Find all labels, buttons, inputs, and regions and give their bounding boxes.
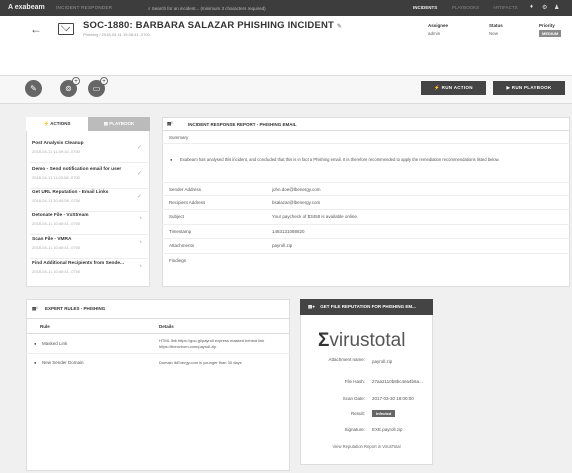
action-item[interactable]: Post Analysis Cleanup 2018-04-11 11:39:1… (30, 137, 148, 163)
comment-icon: ▭ (92, 84, 101, 93)
check-icon: ✓ (136, 171, 142, 177)
status-field[interactable]: Status New (489, 23, 503, 36)
action-item[interactable]: Find Additional Recipients from Sende...… (30, 257, 148, 283)
global-search-input[interactable]: ⌕ Search for an incident... (minimum 3 c… (148, 4, 378, 13)
status-label: Status (489, 23, 503, 28)
virustotal-report-link[interactable]: View Reputation Report in VirusTotal (300, 444, 433, 449)
run-playbook-button[interactable]: ▶ RUN PLAYBOOK (493, 81, 565, 95)
col-details: Details (159, 324, 174, 329)
incident-subtitle: Phishing / 2018-04-11 19:48:41 -0700 (83, 32, 150, 37)
bullet-icon: ● (34, 360, 37, 365)
summary-row: Summary (162, 130, 570, 144)
pending-icon: ◔ (138, 240, 142, 246)
report-row: Sender Address john.doe@lbenergy.com (162, 182, 570, 196)
report-row: Attachments payroll.zip (162, 239, 570, 254)
assignee-label: Assignee (428, 23, 449, 28)
add-note-button[interactable]: ▭ + (88, 77, 108, 97)
report-row: Subject Your paycheck of $3458 is availab… (162, 210, 570, 225)
nav-artifacts[interactable]: ARTIFACTS (493, 5, 518, 10)
expert-rules-panel (26, 299, 290, 471)
pencil-icon: ✎ (30, 84, 37, 93)
pending-icon: ◔ (138, 216, 142, 222)
priority-label: Priority (539, 23, 555, 28)
check-icon: ✓ (136, 194, 142, 200)
action-item[interactable]: Detonate File - VxStream 2018-04-11 10:4… (30, 209, 148, 235)
report-icon: ▤● (308, 304, 317, 309)
user-icon[interactable]: ♟ (554, 4, 559, 11)
expert-rules-header: ▤¹ EXPERT RULES - PHISHING (32, 306, 106, 311)
bell-icon[interactable]: ♦ (530, 4, 533, 10)
nav-playbooks[interactable]: PLAYBOOKS (452, 5, 479, 10)
incident-title: SOC-1880: BARBARA SALAZAR PHISHING INCID… (83, 20, 343, 31)
report-title: INCIDENT RESPONSE REPORT - PHISHING EMAI… (188, 122, 297, 127)
report-row: Timestamp 1483131088820 (162, 225, 570, 239)
email-icon (58, 23, 74, 35)
plus-icon: + (100, 77, 108, 85)
assignee-value: admin (428, 31, 441, 36)
status-value: New (489, 31, 499, 36)
table-row: ● Masked Link HTML link https://goo.gl/p… (26, 334, 290, 354)
assignee-field[interactable]: Assignee admin (428, 23, 448, 36)
bullet-icon: ● (34, 341, 37, 346)
add-attachment-button[interactable]: ⊚ + (60, 77, 80, 97)
gear-icon[interactable]: ⚙ (542, 4, 547, 11)
rules-icon: ▤¹ (32, 306, 40, 311)
report-header: ▤¹ INCIDENT RESPONSE REPORT - PHISHING E… (162, 118, 570, 130)
actions-tabs: ⚡ ACTIONS ▤ PLAYBOOK (26, 117, 150, 131)
report-row: Findings (169, 258, 187, 263)
tab-actions[interactable]: ⚡ ACTIONS (26, 117, 88, 131)
summary-text: Exabeam has analysed this incident, and … (170, 157, 562, 163)
action-item[interactable]: Scan File - VMRA 2018-04-11 10:40:41 -07… (30, 233, 148, 259)
run-action-button[interactable]: ⚡ RUN ACTION (421, 81, 486, 95)
check-icon: ✓ (136, 145, 142, 151)
back-arrow-icon[interactable]: ← (30, 22, 42, 36)
col-rule: Rule (40, 324, 50, 329)
report-row: Recipient Address bsalazar@lbenergy.com (162, 196, 570, 210)
report-icon: ▤¹ (167, 121, 173, 126)
table-row: ● New Sender Domain Domain lbEnergy.com … (34, 360, 242, 365)
priority-badge: MEDIUM (539, 30, 562, 37)
nav-incidents[interactable]: INCIDENTS (413, 5, 437, 10)
edit-title-icon[interactable]: ✎ (337, 24, 342, 30)
attachment-link[interactable]: payroll.zip (272, 243, 292, 248)
plus-icon: + (72, 77, 80, 85)
tab-playbook[interactable]: ▤ PLAYBOOK (88, 117, 150, 131)
pending-icon: ◔ (138, 264, 142, 270)
top-bar: A exabeam INCIDENT RESPONDER ⌕ Search fo… (0, 0, 572, 16)
attachment-icon: ⊚ (65, 84, 72, 93)
priority-field[interactable]: Priority MEDIUM (539, 23, 562, 37)
app-logo[interactable]: A exabeam (8, 4, 45, 11)
action-toolbar (0, 76, 572, 104)
virustotal-logo: Σvirustotal (318, 330, 406, 351)
virustotal-header: ▤● GET FILE REPUTATION FOR PHISHING EM..… (300, 299, 433, 315)
summary-label: Summary (169, 135, 189, 140)
result-badge: Infected (372, 410, 396, 417)
edit-button[interactable]: ✎ (25, 80, 42, 97)
product-name: INCIDENT RESPONDER (56, 5, 113, 10)
